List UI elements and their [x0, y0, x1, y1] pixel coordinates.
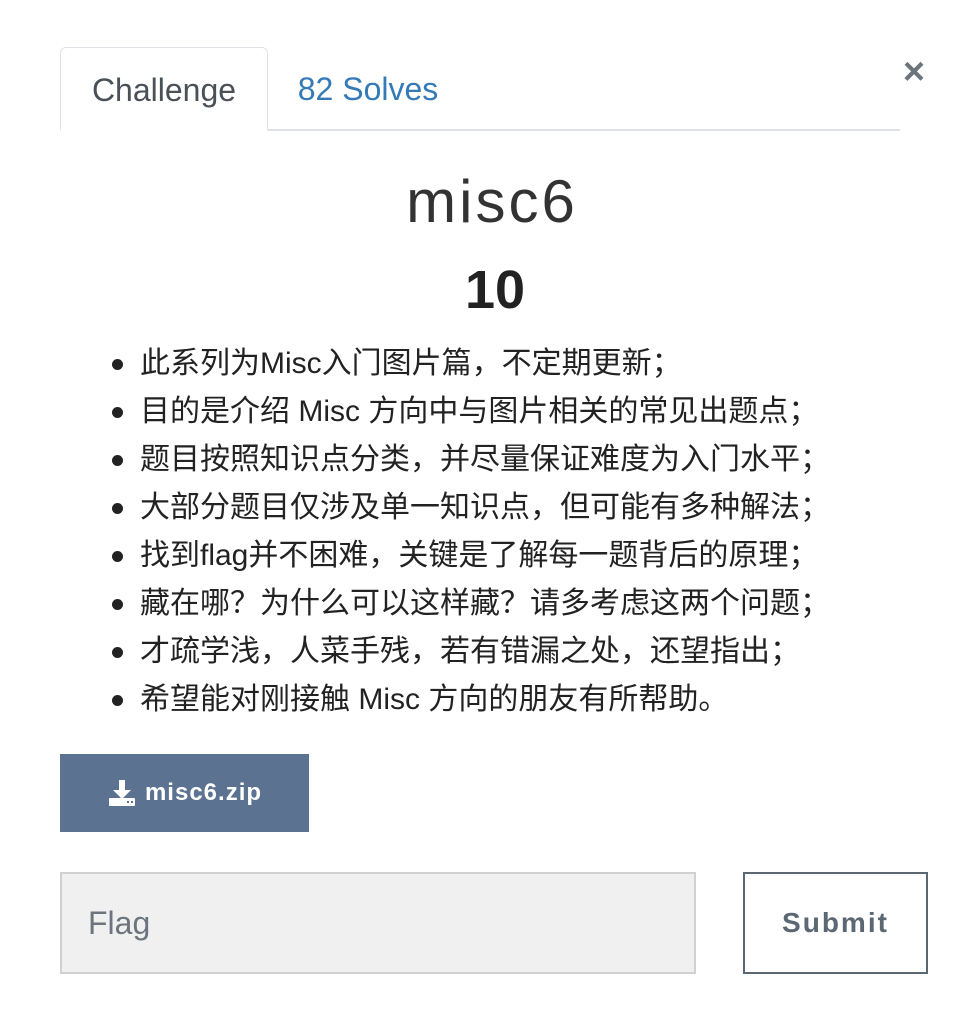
download-icon [107, 778, 137, 808]
file-name: misc6.zip [144, 779, 263, 806]
tab-challenge[interactable]: Challenge [60, 47, 268, 131]
description-item: 大部分题目仅涉及单一知识点，但可能有多种解法； [110, 484, 910, 532]
submit-button[interactable]: Submit [743, 872, 928, 974]
tab-solves[interactable]: 82 Solves [268, 47, 468, 131]
challenge-value: 10 [464, 260, 526, 320]
challenge-name: misc6 [406, 168, 578, 235]
description-item: 找到flag并不困难，关键是了解每一题背后的原理； [110, 532, 910, 580]
description-item: 才疏学浅，人菜手残，若有错漏之处，还望指出； [110, 628, 910, 676]
description-item: 希望能对刚接触 Misc 方向的朋友有所帮助。 [110, 676, 910, 724]
flag-input[interactable] [60, 872, 696, 974]
description-item: 题目按照知识点分类，并尽量保证难度为入门水平； [110, 436, 910, 484]
description-item: 藏在哪？为什么可以这样藏？请多考虑这两个问题； [110, 580, 910, 628]
file-download-button[interactable]: misc6.zip [60, 754, 309, 832]
description-item: 此系列为Misc入门图片篇，不定期更新； [110, 340, 910, 388]
challenge-description: 此系列为Misc入门图片篇，不定期更新； 目的是介绍 Misc 方向中与图片相关… [110, 340, 910, 724]
challenge-modal: Challenge 82 Solves × misc6 10 此系列为Misc入… [0, 0, 974, 1024]
description-item: 目的是介绍 Misc 方向中与图片相关的常见出题点； [110, 388, 910, 436]
close-icon[interactable]: × [896, 53, 932, 91]
tab-bar: Challenge 82 Solves [60, 47, 900, 131]
